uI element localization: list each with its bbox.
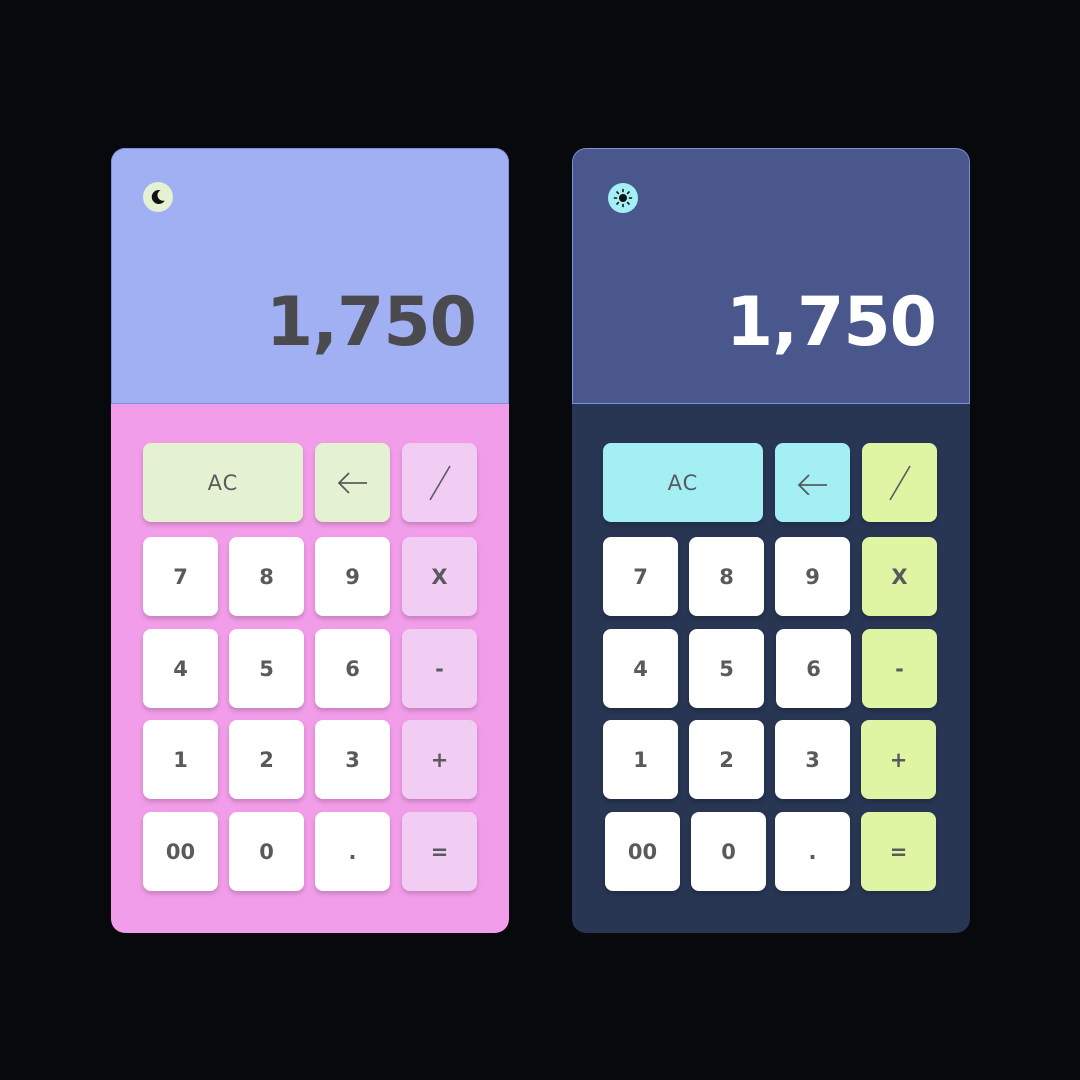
key-2[interactable]: 2 (229, 720, 304, 799)
plus-button[interactable]: + (402, 720, 477, 799)
key-label: X (431, 564, 448, 589)
key-label: 6 (345, 656, 360, 681)
key-2[interactable]: 2 (689, 720, 764, 799)
calculator-dark: 1,750 AC 7 8 9 X 4 5 6 - 1 2 3 + 00 0 . … (572, 148, 970, 933)
key-label: 00 (165, 839, 196, 864)
key-label: - (895, 656, 904, 681)
key-9[interactable]: 9 (315, 537, 390, 616)
clear-label: AC (667, 470, 699, 495)
key-8[interactable]: 8 (689, 537, 764, 616)
divide-button[interactable] (862, 443, 937, 522)
backspace-arrow-icon (797, 473, 827, 495)
minus-button[interactable]: - (862, 629, 937, 708)
key-6[interactable]: 6 (776, 629, 851, 708)
key-00[interactable]: 00 (143, 812, 218, 891)
key-label: 7 (173, 564, 188, 589)
key-3[interactable]: 3 (315, 720, 390, 799)
decimal-button[interactable]: . (315, 812, 390, 891)
key-5[interactable]: 5 (689, 629, 764, 708)
key-label: 8 (719, 564, 734, 589)
multiply-button[interactable]: X (402, 537, 477, 616)
equals-button[interactable]: = (402, 812, 477, 891)
clear-label: AC (207, 470, 239, 495)
key-label: 5 (259, 656, 274, 681)
clear-button[interactable]: AC (143, 443, 303, 522)
key-label: 1 (173, 747, 188, 772)
key-label: 2 (259, 747, 274, 772)
key-label: 5 (719, 656, 734, 681)
divide-button[interactable] (402, 443, 477, 522)
key-1[interactable]: 1 (603, 720, 678, 799)
key-label: 1 (633, 747, 648, 772)
key-label: 00 (627, 839, 658, 864)
key-label: + (430, 747, 449, 772)
key-5[interactable]: 5 (229, 629, 304, 708)
key-label: + (889, 747, 908, 772)
key-label: X (891, 564, 908, 589)
key-label: 9 (805, 564, 820, 589)
key-8[interactable]: 8 (229, 537, 304, 616)
key-label: 4 (633, 656, 648, 681)
key-label: . (348, 839, 357, 864)
sun-icon (613, 188, 633, 208)
key-label: 8 (259, 564, 274, 589)
display-panel: 1,750 (572, 148, 970, 404)
key-label: = (430, 839, 449, 864)
backspace-button[interactable] (315, 443, 390, 522)
divide-slash-icon (428, 465, 451, 500)
key-9[interactable]: 9 (775, 537, 850, 616)
key-label: 0 (721, 839, 736, 864)
key-label: 0 (259, 839, 274, 864)
result-display: 1,750 (725, 283, 937, 362)
display-panel: 1,750 (111, 148, 509, 404)
key-4[interactable]: 4 (603, 629, 678, 708)
backspace-button[interactable] (775, 443, 850, 522)
divide-slash-icon (888, 465, 911, 500)
clear-button[interactable]: AC (603, 443, 763, 522)
key-label: 3 (345, 747, 360, 772)
key-1[interactable]: 1 (143, 720, 218, 799)
multiply-button[interactable]: X (862, 537, 937, 616)
result-display: 1,750 (265, 283, 477, 362)
key-label: = (889, 839, 908, 864)
plus-button[interactable]: + (861, 720, 936, 799)
moon-icon (151, 189, 165, 204)
key-7[interactable]: 7 (603, 537, 678, 616)
key-6[interactable]: 6 (315, 629, 390, 708)
decimal-button[interactable]: . (775, 812, 850, 891)
minus-button[interactable]: - (402, 629, 477, 708)
key-7[interactable]: 7 (143, 537, 218, 616)
calculator-light: 1,750 AC 7 8 9 X 4 5 6 - 1 2 3 + 00 0 . … (111, 148, 509, 933)
key-4[interactable]: 4 (143, 629, 218, 708)
key-label: 2 (719, 747, 734, 772)
key-label: 7 (633, 564, 648, 589)
dark-mode-toggle[interactable] (143, 182, 173, 212)
equals-button[interactable]: = (861, 812, 936, 891)
key-label: - (435, 656, 444, 681)
key-label: . (808, 839, 817, 864)
key-3[interactable]: 3 (775, 720, 850, 799)
key-label: 3 (805, 747, 820, 772)
key-label: 4 (173, 656, 188, 681)
key-0[interactable]: 0 (691, 812, 766, 891)
key-00[interactable]: 00 (605, 812, 680, 891)
key-0[interactable]: 0 (229, 812, 304, 891)
backspace-arrow-icon (337, 471, 367, 494)
key-label: 6 (806, 656, 821, 681)
key-label: 9 (345, 564, 360, 589)
light-mode-toggle[interactable] (608, 183, 638, 213)
